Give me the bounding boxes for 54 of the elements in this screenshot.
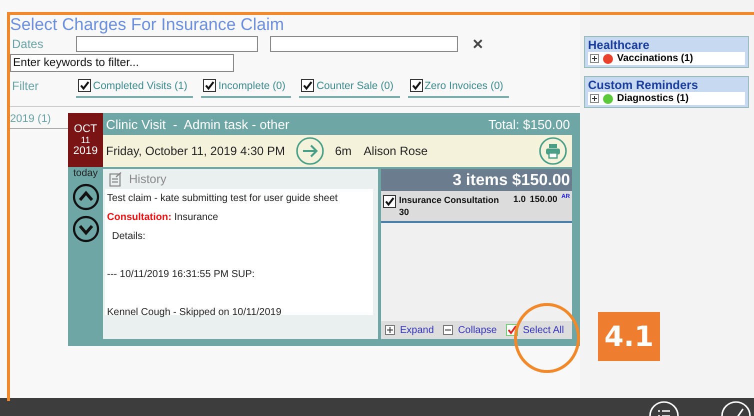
up-icon[interactable] bbox=[72, 183, 100, 211]
checkbox[interactable] bbox=[301, 79, 314, 92]
reminder-group-title: Healthcare bbox=[588, 38, 650, 52]
start-date-field[interactable] bbox=[76, 36, 258, 52]
dates-label: Dates bbox=[11, 37, 44, 51]
highlight-circle bbox=[514, 303, 580, 373]
expand-icon bbox=[385, 325, 396, 335]
expand-icon[interactable] bbox=[590, 54, 599, 63]
visit-title: Clinic Visit - Admin task - other bbox=[106, 116, 290, 132]
filter-label: Filter bbox=[11, 79, 40, 93]
collapse-icon bbox=[442, 325, 453, 335]
visit-total: Total: $150.00 bbox=[488, 116, 570, 132]
step-callout: 4.1 bbox=[598, 312, 660, 361]
reminder-group-title: Custom Reminders bbox=[588, 78, 700, 92]
history-line: --- 10/11/2019 16:31:55 PM SUP: bbox=[107, 268, 256, 282]
note-icon bbox=[109, 172, 124, 186]
history-line: Kennel Cough - Skipped on 10/11/2019 bbox=[107, 306, 282, 320]
page-title: Select Charges For Insurance Claim bbox=[10, 15, 286, 34]
filter-option-label[interactable]: Incomplete (0) bbox=[218, 80, 286, 92]
end-date-field[interactable] bbox=[270, 36, 458, 52]
history-line: Details: bbox=[111, 230, 146, 244]
provider-name: Alison Rose bbox=[364, 144, 429, 158]
consultation-value: Insurance bbox=[174, 212, 218, 223]
checkbox[interactable] bbox=[203, 79, 216, 92]
charge-checkbox[interactable] bbox=[383, 195, 396, 208]
checkbox[interactable] bbox=[410, 79, 423, 92]
reminder-item[interactable]: Vaccinations (1) bbox=[588, 52, 745, 65]
history-heading: History bbox=[129, 172, 166, 186]
consultation-label: Consultation: bbox=[107, 212, 172, 223]
visit-datetime: Friday, October 11, 2019 4:30 PM bbox=[106, 144, 285, 158]
clear-icon[interactable]: ✕ bbox=[472, 36, 484, 52]
action-link[interactable]: Select All bbox=[522, 324, 564, 336]
filter-option-label[interactable]: Zero Invoices (0) bbox=[424, 80, 504, 92]
down-icon[interactable] bbox=[72, 215, 100, 243]
visit-duration: 6m bbox=[335, 144, 352, 158]
reminder-item[interactable]: Diagnostics (1) bbox=[588, 92, 745, 105]
checkmark-icon bbox=[506, 324, 518, 336]
keyword-field[interactable]: Enter keywords to filter... bbox=[10, 54, 234, 72]
action-link[interactable]: Expand bbox=[400, 324, 434, 336]
items-summary: 3 items $150.00 bbox=[381, 169, 572, 191]
charge-name: Insurance Consultation 30 bbox=[399, 194, 500, 218]
relative-date: today bbox=[73, 168, 98, 179]
date-year: 2019 bbox=[73, 145, 98, 157]
filter-option-label[interactable]: Completed Visits (1) bbox=[93, 80, 188, 92]
expand-icon[interactable] bbox=[590, 94, 599, 103]
checkbox[interactable] bbox=[78, 79, 91, 92]
action-link[interactable]: Collapse bbox=[458, 324, 497, 336]
history-line: Test claim - kate submitting test for user guide sheet bbox=[107, 192, 339, 206]
charge-quantity: 1.0 bbox=[513, 194, 526, 204]
filter-option-label[interactable]: Counter Sale (0) bbox=[316, 80, 394, 92]
charge-amount: 150.00 bbox=[530, 194, 558, 204]
date-month: OCT bbox=[74, 123, 98, 135]
date-day: 11 bbox=[80, 135, 90, 145]
print-icon[interactable] bbox=[538, 136, 568, 166]
